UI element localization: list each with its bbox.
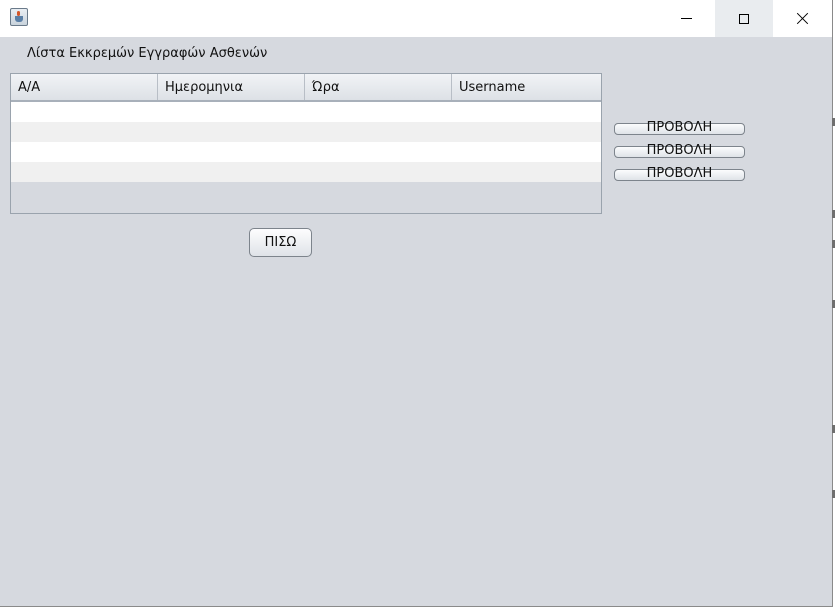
- close-button[interactable]: [773, 0, 831, 37]
- table-row[interactable]: [11, 162, 601, 182]
- table-header: Α/Α Ημερομηνια Ώρα Username: [11, 74, 601, 102]
- column-header-date[interactable]: Ημερομηνια: [158, 74, 305, 100]
- minimize-button[interactable]: [657, 0, 715, 37]
- column-header-aa[interactable]: Α/Α: [11, 74, 158, 100]
- view-button-3[interactable]: ΠΡΟΒΟΛΗ: [614, 167, 745, 181]
- back-button[interactable]: ΠΙΣΩ: [249, 228, 312, 257]
- column-header-username[interactable]: Username: [452, 74, 601, 100]
- view-button-2[interactable]: ΠΡΟΒΟΛΗ: [614, 144, 745, 158]
- table-row[interactable]: [11, 102, 601, 122]
- view-button-1[interactable]: ΠΡΟΒΟΛΗ: [614, 121, 745, 135]
- app-window: Λίστα Εκκρεμών Εγγραφών Ασθενών Α/Α Ημερ…: [0, 0, 833, 607]
- close-icon: [796, 12, 809, 25]
- maximize-icon: [739, 13, 749, 24]
- title-bar: [0, 0, 832, 37]
- table-row[interactable]: [11, 142, 601, 162]
- minimize-icon: [680, 18, 692, 19]
- maximize-button[interactable]: [715, 0, 773, 37]
- table-row[interactable]: [11, 122, 601, 142]
- java-cup-icon[interactable]: [10, 8, 28, 26]
- page-title: Λίστα Εκκρεμών Εγγραφών Ασθενών: [27, 46, 268, 61]
- column-header-time[interactable]: Ώρα: [305, 74, 452, 100]
- pending-registrations-table[interactable]: Α/Α Ημερομηνια Ώρα Username: [10, 73, 602, 214]
